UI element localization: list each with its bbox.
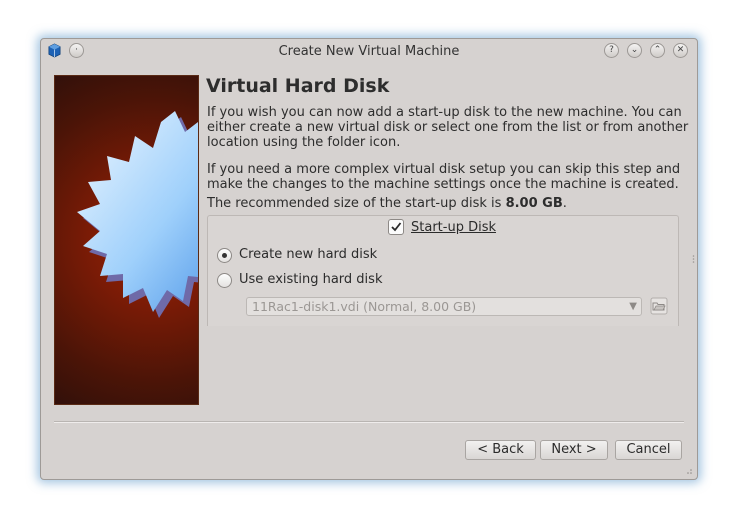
radio-selected-dot [222, 253, 227, 258]
checkmark-icon [391, 222, 402, 232]
next-button[interactable]: Next > [540, 440, 608, 460]
page-heading: Virtual Hard Disk [206, 75, 390, 97]
startup-disk-checkbox[interactable] [388, 219, 404, 235]
use-existing-disk-label[interactable]: Use existing hard disk [239, 272, 382, 287]
close-icon[interactable]: ✕ [673, 43, 688, 58]
maximize-icon[interactable]: ⌃ [650, 43, 665, 58]
use-existing-disk-radio[interactable] [217, 273, 232, 288]
window-title: Create New Virtual Machine [278, 44, 460, 59]
resize-grip-icon[interactable] [685, 468, 693, 476]
existing-disk-value: 11Rac1-disk1.vdi (Normal, 8.00 GB) [252, 299, 477, 314]
startup-disk-label[interactable]: Start-up Disk [411, 220, 496, 235]
recommended-size-suffix: . [562, 196, 567, 211]
create-new-disk-radio[interactable] [217, 248, 232, 263]
recommended-size-value: 8.00 GB [505, 196, 563, 211]
intro-paragraph: If you wish you can now add a start-up d… [207, 105, 689, 150]
recommended-size-text: The recommended size of the start-up dis… [207, 196, 692, 211]
wizard-window: · Create New Virtual Machine ? ⌄ ⌃ ✕ Vir… [40, 38, 698, 480]
help-icon[interactable]: ? [604, 43, 619, 58]
button-separator [54, 421, 684, 423]
title-bar[interactable]: · Create New Virtual Machine ? ⌄ ⌃ ✕ [41, 39, 697, 65]
recommended-size-prefix: The recommended size of the start-up dis… [207, 196, 502, 211]
resize-handle-icon[interactable] [692, 254, 695, 264]
cancel-button[interactable]: Cancel [615, 440, 682, 460]
back-button[interactable]: < Back [465, 440, 536, 460]
minimize-icon[interactable]: ⌄ [627, 43, 642, 58]
wizard-side-image [54, 75, 199, 405]
chevron-down-icon: ▼ [629, 301, 637, 312]
create-new-disk-label[interactable]: Create new hard disk [239, 247, 377, 262]
folder-open-icon[interactable] [650, 297, 668, 315]
advanced-paragraph: If you need a more complex virtual disk … [207, 162, 681, 192]
existing-disk-select[interactable]: 11Rac1-disk1.vdi (Normal, 8.00 GB) ▼ [246, 297, 642, 316]
